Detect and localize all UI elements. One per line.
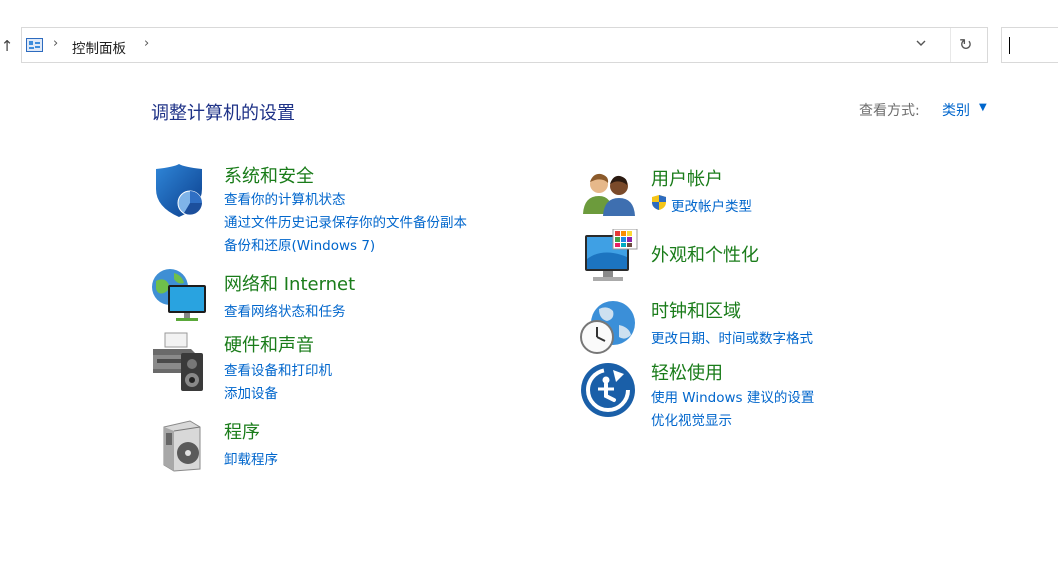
category-network-internet[interactable]: 网络和 Internet xyxy=(224,270,355,296)
users-icon[interactable] xyxy=(581,170,637,222)
programs-disc-icon[interactable] xyxy=(160,419,204,477)
page-title: 调整计算机的设置 xyxy=(151,103,295,124)
view-by-select[interactable]: 类别 xyxy=(942,100,970,120)
printer-speaker-icon[interactable] xyxy=(151,331,211,397)
clock-globe-icon[interactable] xyxy=(579,297,639,361)
network-globe-icon[interactable] xyxy=(150,267,212,329)
address-history-dropdown-icon[interactable] xyxy=(915,37,927,53)
link-backup-restore[interactable]: 备份和还原(Windows 7) xyxy=(224,234,375,254)
uac-shield-icon xyxy=(651,194,667,215)
category-programs[interactable]: 程序 xyxy=(224,418,260,444)
breadcrumb-separator-icon[interactable]: › xyxy=(53,36,58,51)
link-devices-printers[interactable]: 查看设备和打印机 xyxy=(224,359,332,379)
address-divider xyxy=(950,28,951,62)
category-ease-of-access[interactable]: 轻松使用 xyxy=(651,359,723,385)
link-change-account-type[interactable]: 更改帐户类型 xyxy=(671,195,752,215)
ease-of-access-icon[interactable] xyxy=(580,362,636,422)
link-optimize-visual-display[interactable]: 优化视觉显示 xyxy=(651,409,732,429)
control-panel-icon xyxy=(26,38,43,52)
link-view-computer-status[interactable]: 查看你的计算机状态 xyxy=(224,188,346,208)
link-add-device[interactable]: 添加设备 xyxy=(224,382,278,402)
category-user-accounts[interactable]: 用户帐户 xyxy=(651,165,723,191)
breadcrumb-chevron-icon[interactable]: › xyxy=(144,36,149,51)
link-recommended-settings[interactable]: 使用 Windows 建议的设置 xyxy=(651,386,814,406)
shield-icon[interactable] xyxy=(152,163,208,223)
link-network-status-tasks[interactable]: 查看网络状态和任务 xyxy=(224,300,346,320)
text-caret xyxy=(1009,37,1010,54)
view-by-label: 查看方式: xyxy=(859,103,920,119)
category-hardware-sound[interactable]: 硬件和声音 xyxy=(224,331,314,357)
link-file-history-backup[interactable]: 通过文件历史记录保存你的文件备份副本 xyxy=(224,211,467,231)
breadcrumb-control-panel[interactable]: 控制面板 xyxy=(72,37,126,57)
view-by-caret-icon[interactable]: ▼ xyxy=(979,102,987,113)
address-bar[interactable]: › 控制面板 › ↻ xyxy=(21,27,988,63)
category-system-security[interactable]: 系统和安全 xyxy=(224,162,314,188)
category-appearance-personalization[interactable]: 外观和个性化 xyxy=(651,241,759,267)
up-arrow-icon[interactable]: ↑ xyxy=(0,36,14,56)
category-clock-region[interactable]: 时钟和区域 xyxy=(651,297,741,323)
refresh-icon[interactable]: ↻ xyxy=(959,35,972,54)
link-change-date-time-format[interactable]: 更改日期、时间或数字格式 xyxy=(651,327,813,347)
monitor-palette-icon[interactable] xyxy=(583,228,639,291)
search-input[interactable] xyxy=(1001,27,1058,63)
link-uninstall-program[interactable]: 卸载程序 xyxy=(224,448,278,468)
